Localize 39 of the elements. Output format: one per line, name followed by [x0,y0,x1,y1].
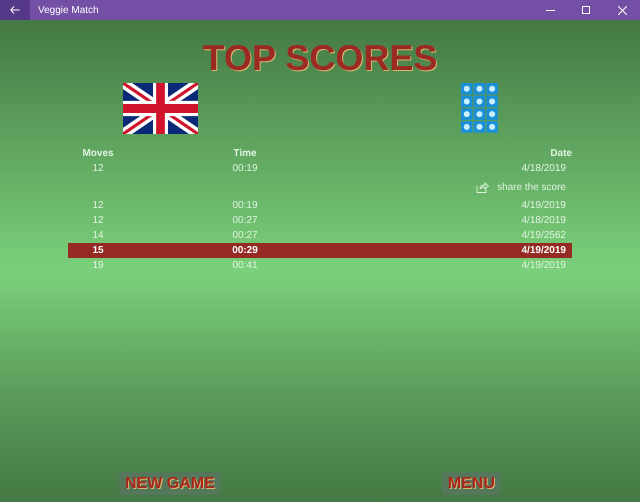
back-arrow-icon [10,6,20,14]
table-cell-text: 4/18/2019 [520,214,567,228]
close-icon [618,6,626,14]
window-title: Veggie Match [38,4,99,18]
menu-button[interactable]: MENU [442,472,501,495]
table-cell-text: 00:19 [231,162,259,176]
table-cell-text: 15 [91,244,105,258]
maximize-icon [582,6,590,14]
table-cell-text: 4/19/2019 [520,199,567,213]
table-cell-text: 4/19/2019 [520,259,567,273]
share-icon [476,182,490,192]
table-cell-text: 00:27 [231,229,259,243]
table-cell-text: 19 [91,259,105,273]
table-cell-text: 4/19/2019 [520,244,567,258]
column-header: Time [232,147,258,161]
score-row[interactable]: 12 00:19 4/19/2019 [68,198,572,213]
column-header: Date [549,147,572,161]
tile-grid-icon [461,83,499,134]
score-row[interactable]: 12 00:27 4/18/2019 [68,213,572,228]
score-row[interactable]: 15 00:29 4/19/2019 [68,243,572,258]
score-row[interactable]: 19 00:41 4/19/2019 [68,258,572,273]
page-heading: TOP SCORES [202,38,438,78]
table-cell-text: 00:27 [231,214,259,228]
back-button[interactable] [0,0,30,20]
table-cell-text: 12 [91,199,105,213]
table-cell-text: 00:19 [231,199,259,213]
table-cell-text: 4/18/2019 [520,162,567,176]
share-button[interactable]: share the score [476,180,566,194]
column-header: Moves [81,147,115,161]
new-game-button[interactable]: NEW GAME [119,472,221,495]
flag-icon [123,83,198,134]
table-cell-text: 12 [91,162,105,176]
table-cell-text: 12 [91,214,105,228]
table-cell-text: 4/19/2562 [520,229,567,243]
table-cell-text: 14 [91,229,105,243]
table-cell-text: 00:41 [231,259,259,273]
table-cell-text: 00:29 [231,244,259,258]
score-row[interactable]: 14 00:27 4/19/2562 [68,228,572,243]
score-row[interactable]: 12 00:19 4/18/2019 [68,161,572,176]
